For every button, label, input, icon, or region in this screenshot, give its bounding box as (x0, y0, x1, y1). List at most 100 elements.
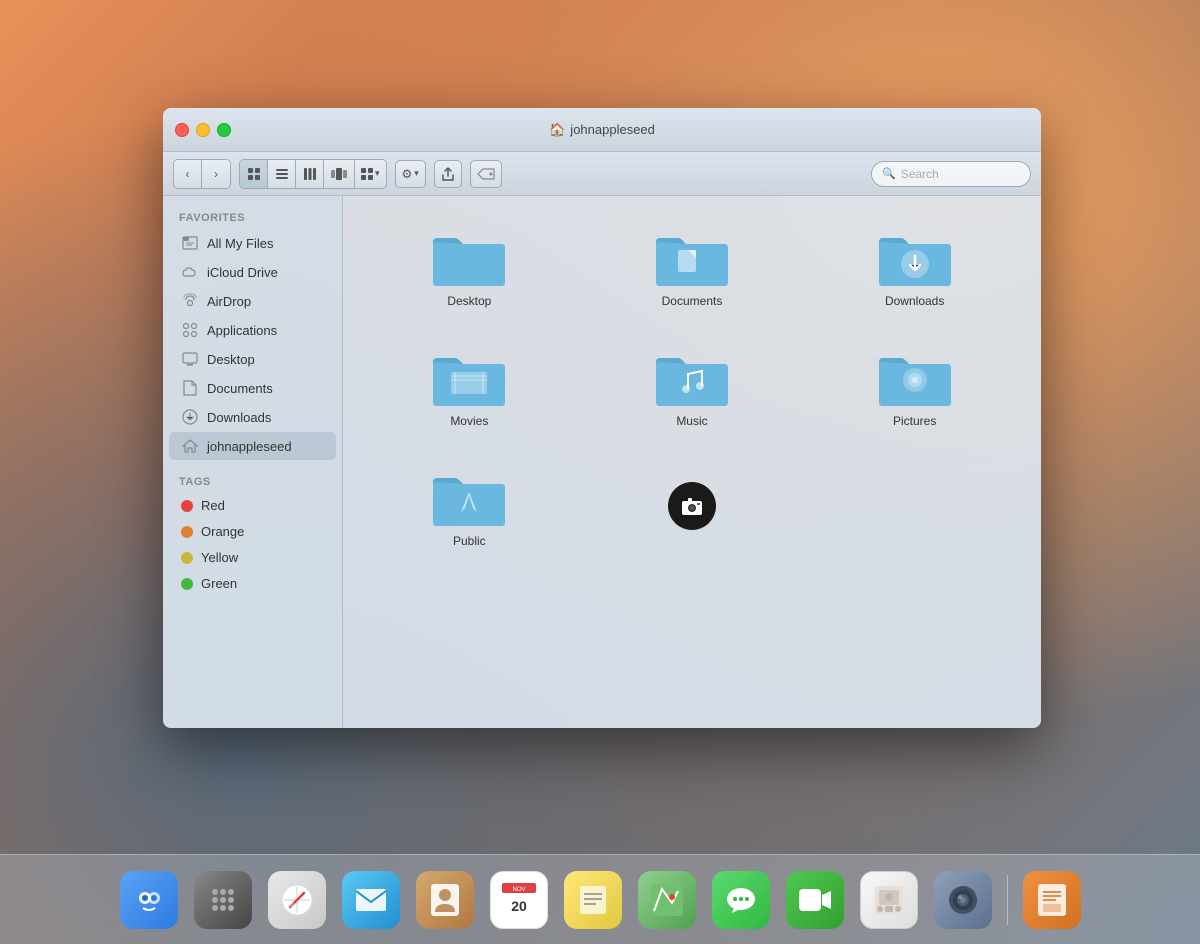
group-button[interactable]: ▾ (355, 160, 386, 188)
folder-public[interactable]: Public (363, 456, 576, 556)
cover-flow-button[interactable] (324, 160, 355, 188)
dock-calendar[interactable]: NOV 20 (485, 866, 553, 934)
tag-red-dot (181, 500, 193, 512)
documents-icon (181, 379, 199, 397)
downloads-folder-label: Downloads (885, 294, 944, 308)
dock-isight[interactable] (929, 866, 997, 934)
tag-orange-label: Orange (201, 524, 244, 539)
movies-folder-label: Movies (450, 414, 488, 428)
sidebar-item-tag-red[interactable]: Red (169, 493, 336, 518)
sidebar-item-downloads[interactable]: Downloads (169, 403, 336, 431)
cover-flow-icon (330, 167, 348, 181)
sidebar-item-desktop[interactable]: Desktop (169, 345, 336, 373)
sidebar: Favorites All My Files iCloud Drive AirD… (163, 196, 343, 728)
sidebar-item-icloud-drive[interactable]: iCloud Drive (169, 258, 336, 286)
tag-red-label: Red (201, 498, 225, 513)
back-button[interactable]: ‹ (174, 160, 202, 188)
dock-pages-icon (1023, 871, 1081, 929)
dock-contacts-icon (416, 871, 474, 929)
main-content: Desktop Documents (343, 196, 1041, 728)
dock: NOV 20 (0, 854, 1200, 944)
sidebar-label-applications: Applications (207, 323, 277, 338)
search-box[interactable]: 🔍 Search (871, 161, 1031, 187)
all-my-files-icon (181, 234, 199, 252)
music-folder-label: Music (676, 414, 707, 428)
sidebar-label-downloads: Downloads (207, 410, 271, 425)
chevron-down-icon: ▾ (375, 168, 380, 179)
action-button[interactable]: ⚙ ▾ (395, 160, 426, 188)
dock-pages[interactable] (1018, 866, 1086, 934)
dock-messages[interactable] (707, 866, 775, 934)
icloud-icon (181, 263, 199, 281)
tag-green-dot (181, 578, 193, 590)
dock-notes-icon (564, 871, 622, 929)
folder-desktop[interactable]: Desktop (363, 216, 576, 316)
dock-facetime[interactable] (781, 866, 849, 934)
icon-view-button[interactable] (240, 160, 268, 188)
title-bar: 🏠 johnappleseed (163, 108, 1041, 152)
sidebar-item-tag-orange[interactable]: Orange (169, 519, 336, 544)
folder-pictures[interactable]: Pictures (808, 336, 1021, 436)
close-button[interactable] (175, 123, 189, 137)
tags-section-title: Tags (163, 470, 342, 492)
folder-movies[interactable]: Movies (363, 336, 576, 436)
dock-maps[interactable] (633, 866, 701, 934)
sidebar-item-documents[interactable]: Documents (169, 374, 336, 402)
action-chevron-icon: ▾ (414, 168, 419, 179)
share-button[interactable] (434, 160, 462, 188)
folder-documents[interactable]: Documents (586, 216, 799, 316)
sidebar-item-airdrop[interactable]: AirDrop (169, 287, 336, 315)
gear-icon: ⚙ (402, 167, 413, 181)
folder-downloads[interactable]: Downloads (808, 216, 1021, 316)
dock-launchpad[interactable] (189, 866, 257, 934)
tag-green-label: Green (201, 576, 237, 591)
sidebar-item-applications[interactable]: Applications (169, 316, 336, 344)
list-view-button[interactable] (268, 160, 296, 188)
nav-buttons: ‹ › (173, 159, 231, 189)
screenshot-item[interactable] (586, 456, 799, 556)
dock-separator (1007, 875, 1008, 925)
dock-notes[interactable] (559, 866, 627, 934)
minimize-button[interactable] (196, 123, 210, 137)
svg-text:20: 20 (511, 898, 527, 914)
sidebar-item-all-my-files[interactable]: All My Files (169, 229, 336, 257)
dock-messages-icon (712, 871, 770, 929)
toolbar: ‹ › (163, 152, 1041, 196)
sidebar-label-desktop: Desktop (207, 352, 255, 367)
forward-button[interactable]: › (202, 160, 230, 188)
dock-finder[interactable] (115, 866, 183, 934)
list-view-icon (275, 167, 289, 181)
camera-circle-icon (668, 482, 716, 530)
sidebar-label-airdrop: AirDrop (207, 294, 251, 309)
column-view-icon (303, 167, 317, 181)
back-icon: ‹ (186, 167, 190, 181)
tag-button[interactable] (470, 160, 502, 188)
dock-safari-icon (268, 871, 326, 929)
public-folder-label: Public (453, 534, 486, 548)
window-title: 🏠 johnappleseed (549, 122, 655, 138)
sidebar-label-icloud: iCloud Drive (207, 265, 278, 280)
downloads-icon (181, 408, 199, 426)
view-buttons: ▾ (239, 159, 387, 189)
documents-folder-label: Documents (662, 294, 723, 308)
dock-photo-booth-icon (860, 871, 918, 929)
dock-safari[interactable] (263, 866, 331, 934)
desktop-folder-label: Desktop (447, 294, 491, 308)
downloads-folder-icon (875, 224, 955, 288)
share-icon (441, 167, 455, 181)
maximize-button[interactable] (217, 123, 231, 137)
dock-mail[interactable] (337, 866, 405, 934)
folder-grid: Desktop Documents (363, 216, 1021, 556)
column-view-button[interactable] (296, 160, 324, 188)
sidebar-item-tag-green[interactable]: Green (169, 571, 336, 596)
dock-isight-icon (934, 871, 992, 929)
sidebar-item-johnappleseed[interactable]: johnappleseed (169, 432, 336, 460)
group-icon (361, 168, 373, 180)
movies-folder-icon (429, 344, 509, 408)
sidebar-item-tag-yellow[interactable]: Yellow (169, 545, 336, 570)
traffic-lights (175, 123, 231, 137)
folder-music[interactable]: Music (586, 336, 799, 436)
dock-contacts[interactable] (411, 866, 479, 934)
icon-view-icon (247, 167, 261, 181)
dock-photo-booth[interactable] (855, 866, 923, 934)
